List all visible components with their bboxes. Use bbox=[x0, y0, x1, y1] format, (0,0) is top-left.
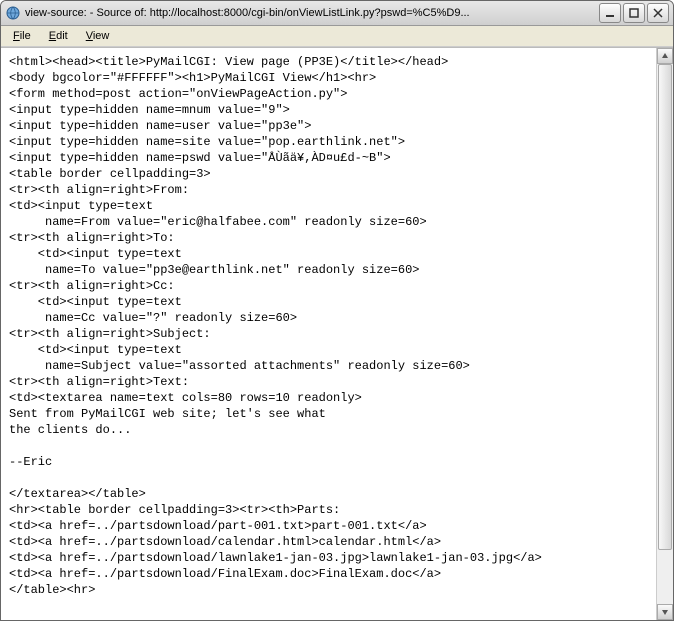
menu-edit[interactable]: Edit bbox=[41, 28, 76, 44]
menu-view[interactable]: View bbox=[78, 28, 118, 44]
source-view[interactable]: <html><head><title>PyMailCGI: View page … bbox=[1, 48, 657, 620]
scroll-down-button[interactable] bbox=[657, 604, 673, 620]
chevron-down-icon bbox=[661, 608, 669, 616]
close-icon bbox=[653, 8, 663, 18]
scrollbar-track[interactable] bbox=[657, 64, 673, 604]
maximize-icon bbox=[629, 8, 639, 18]
app-icon bbox=[5, 5, 21, 21]
menu-file[interactable]: File bbox=[5, 28, 39, 44]
titlebar[interactable]: view-source: - Source of: http://localho… bbox=[1, 1, 673, 26]
chevron-up-icon bbox=[661, 52, 669, 60]
window-controls bbox=[599, 3, 669, 23]
scroll-up-button[interactable] bbox=[657, 48, 673, 64]
window-title: view-source: - Source of: http://localho… bbox=[25, 7, 599, 19]
vertical-scrollbar[interactable] bbox=[656, 48, 673, 620]
scrollbar-thumb[interactable] bbox=[658, 64, 672, 550]
close-button[interactable] bbox=[647, 3, 669, 23]
maximize-button[interactable] bbox=[623, 3, 645, 23]
menubar: File Edit View bbox=[1, 26, 673, 47]
app-window: view-source: - Source of: http://localho… bbox=[0, 0, 674, 621]
minimize-button[interactable] bbox=[599, 3, 621, 23]
content-area: <html><head><title>PyMailCGI: View page … bbox=[1, 47, 673, 620]
minimize-icon bbox=[605, 8, 615, 18]
